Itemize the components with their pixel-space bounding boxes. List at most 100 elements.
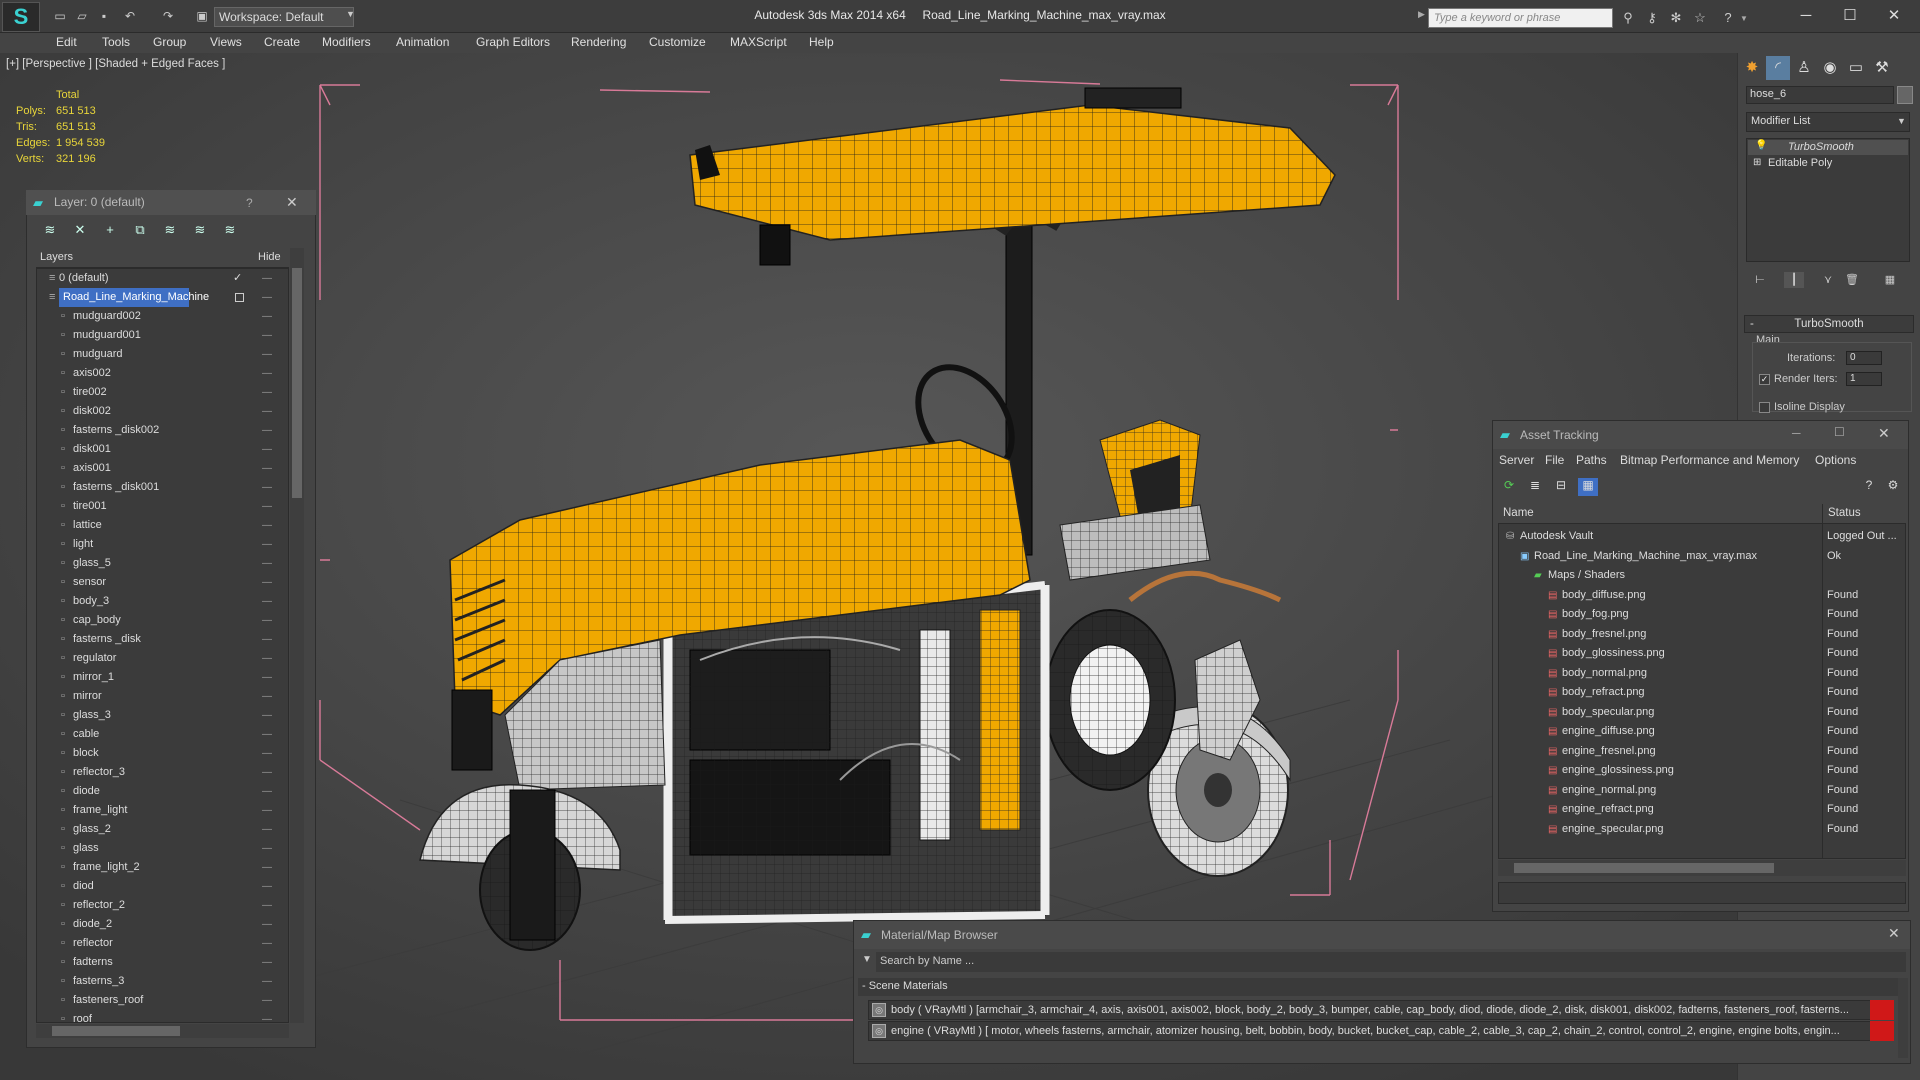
layer-row[interactable]: ▫ sensor — (37, 573, 288, 592)
menu-views[interactable]: Views (210, 35, 242, 51)
stack-item-turbosmooth[interactable]: TurboSmooth (1748, 140, 1908, 155)
search-expand-icon[interactable]: ▶ (1418, 9, 1425, 20)
help-icon[interactable]: ? (246, 196, 253, 210)
hide-toggle-icon[interactable]: — (262, 991, 272, 1010)
hide-toggle-icon[interactable]: — (262, 364, 272, 383)
layer-row[interactable]: ▫ glass_5 — (37, 554, 288, 573)
material-browser-scrollbar[interactable] (1898, 978, 1908, 1058)
hide-toggle-icon[interactable]: — (262, 972, 272, 991)
column-header-layers[interactable]: Layers (40, 251, 73, 263)
vault-settings-icon[interactable]: ⚙ (1884, 478, 1902, 496)
asset-row[interactable]: ▤ body_refract.png Found (1498, 683, 1906, 702)
layer-row[interactable]: ▫ tire001 — (37, 497, 288, 516)
render-iters-spinner[interactable]: 1 (1846, 372, 1882, 386)
asset-menu-bitmap-performance[interactable]: Bitmap Performance and Memory (1620, 453, 1799, 467)
remove-modifier-icon[interactable]: 🗑 (1842, 272, 1862, 288)
stack-item-editable-poly[interactable]: Editable Poly (1748, 156, 1908, 171)
chevron-down-icon[interactable]: ▼ (1897, 116, 1906, 126)
asset-row[interactable]: ▤ engine_glossiness.png Found (1498, 761, 1906, 780)
menu-group[interactable]: Group (153, 35, 186, 51)
minimize-icon[interactable]: ─ (1785, 3, 1827, 29)
layer-hscrollbar[interactable] (36, 1024, 289, 1038)
pin-stack-icon[interactable]: ⊢ (1750, 272, 1770, 288)
make-unique-icon[interactable]: ⋎ (1818, 272, 1838, 288)
motion-tab-icon[interactable]: ◉ (1818, 56, 1842, 80)
hide-toggle-icon[interactable]: — (262, 858, 272, 877)
hide-toggle-icon[interactable]: — (262, 421, 272, 440)
hide-toggle-icon[interactable]: — (262, 877, 272, 896)
app-menu-button[interactable]: S (2, 2, 40, 32)
close-icon[interactable]: ✕ (1888, 925, 1900, 942)
layer-row[interactable]: ▫ frame_light — (37, 801, 288, 820)
layer-row[interactable]: ≡ Road_Line_Marking_Machine — (37, 288, 288, 307)
search-by-name-input[interactable]: Search by Name ... (876, 952, 1906, 972)
layer-row[interactable]: ▫ disk001 — (37, 440, 288, 459)
project-folder-icon[interactable]: ▣ (194, 9, 210, 23)
hide-toggle-icon[interactable]: — (262, 668, 272, 687)
hide-toggle-icon[interactable]: — (262, 896, 272, 915)
layer-row[interactable]: ▫ fasteners_roof — (37, 991, 288, 1010)
hide-toggle-icon[interactable]: — (262, 478, 272, 497)
browser-options-icon[interactable]: ▼ (858, 954, 876, 970)
layer-row[interactable]: ▫ reflector_3 — (37, 763, 288, 782)
layer-row[interactable]: ▫ fasterns_3 — (37, 972, 288, 991)
layer-row[interactable]: ≡ 0 (default) — ✓ (37, 269, 288, 288)
asset-row[interactable]: ⛁ Autodesk Vault Logged Out ... (1498, 527, 1906, 546)
asset-row[interactable]: ▰ Maps / Shaders (1498, 566, 1906, 585)
asset-row[interactable]: ▣ Road_Line_Marking_Machine_max_vray.max O… (1498, 547, 1906, 566)
hide-toggle-icon[interactable]: — (262, 839, 272, 858)
modifier-list-dropdown[interactable]: Modifier List (1746, 112, 1910, 132)
key-icon[interactable]: ⚷ (1642, 8, 1662, 28)
column-header-name[interactable]: Name (1503, 507, 1534, 519)
asset-row[interactable]: ▤ engine_normal.png Found (1498, 781, 1906, 800)
column-header-status[interactable]: Status (1828, 507, 1861, 519)
layer-list[interactable]: ≡ 0 (default) — ✓ ≡ Road_Line_Marking_Machine… (36, 268, 289, 1023)
hierarchy-tab-icon[interactable]: ♙ (1792, 56, 1816, 80)
hide-toggle-icon[interactable]: — (262, 326, 272, 345)
hide-toggle-icon[interactable]: — (262, 345, 272, 364)
help-dropdown-icon[interactable]: ▼ (1740, 14, 1748, 23)
hide-toggle-icon[interactable]: — (262, 782, 272, 801)
asset-menu-options[interactable]: Options (1815, 453, 1856, 467)
layer-row[interactable]: ▫ mudguard — (37, 345, 288, 364)
turbosmooth-rollout-header[interactable]: - TurboSmooth (1744, 315, 1914, 333)
hide-toggle-icon[interactable]: — (262, 820, 272, 839)
menu-modifiers[interactable]: Modifiers (322, 35, 371, 51)
table-view-icon[interactable]: ▦ (1578, 478, 1598, 496)
asset-row[interactable]: ▤ engine_diffuse.png Found (1498, 722, 1906, 741)
iterations-spinner[interactable]: 0 (1846, 351, 1882, 365)
hide-toggle-icon[interactable]: — (262, 915, 272, 934)
menu-rendering[interactable]: Rendering (571, 35, 626, 51)
hide-toggle-icon[interactable]: — (262, 592, 272, 611)
close-icon[interactable]: ✕ (286, 194, 298, 211)
save-icon[interactable]: ▪ (96, 9, 112, 23)
render-iters-checkbox[interactable]: ✓ (1759, 374, 1770, 385)
hide-toggle-icon[interactable]: — (262, 744, 272, 763)
expand-plus-icon[interactable]: ⊞ (1753, 157, 1761, 168)
hide-toggle-icon[interactable]: — (262, 554, 272, 573)
layer-row[interactable]: ▫ regulator — (37, 649, 288, 668)
help-icon[interactable]: ? (1718, 8, 1738, 28)
hide-toggle-icon[interactable]: — (262, 459, 272, 478)
highlight-layer-icon[interactable]: ≋ (160, 220, 180, 240)
hide-toggle-icon[interactable]: — (262, 288, 272, 307)
set-current-layer-icon[interactable] (235, 293, 244, 302)
layer-row[interactable]: ▫ cable — (37, 725, 288, 744)
community-icon[interactable]: ✻ (1666, 8, 1686, 28)
layer-row[interactable]: ▫ lattice — (37, 516, 288, 535)
layer-row[interactable]: ▫ mudguard002 — (37, 307, 288, 326)
hide-toggle-icon[interactable]: — (262, 687, 272, 706)
asset-menu-server[interactable]: Server (1499, 453, 1534, 467)
asset-menu-paths[interactable]: Paths (1576, 453, 1607, 467)
undo-icon[interactable]: ↶ (122, 9, 138, 23)
viewport-label[interactable]: [+] [Perspective ] [Shaded + Edged Faces… (6, 58, 225, 70)
object-color-swatch[interactable] (1897, 86, 1913, 104)
layer-row[interactable]: ▫ mirror — (37, 687, 288, 706)
hide-toggle-icon[interactable]: — (262, 402, 272, 421)
add-to-layer-icon[interactable]: + (100, 220, 120, 240)
layer-row[interactable]: ▫ body_3 — (37, 592, 288, 611)
utilities-tab-icon[interactable]: ⚒ (1870, 56, 1894, 80)
asset-row[interactable]: ▤ body_fog.png Found (1498, 605, 1906, 624)
layer-row[interactable]: ▫ light — (37, 535, 288, 554)
hide-toggle-icon[interactable]: — (262, 573, 272, 592)
